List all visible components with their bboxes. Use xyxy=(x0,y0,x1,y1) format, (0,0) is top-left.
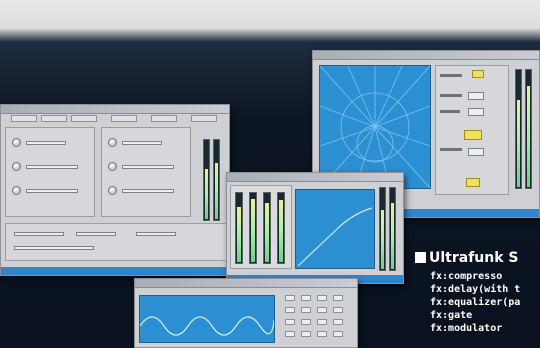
gate-hold-slider[interactable] xyxy=(76,232,116,236)
feature-item: fx:modulator xyxy=(430,323,503,334)
eq-band-field[interactable] xyxy=(333,307,343,313)
eq-band-field[interactable] xyxy=(285,295,295,301)
feature-item: fx:equalizer(pa xyxy=(430,297,521,308)
attack-slider[interactable] xyxy=(122,165,174,169)
compressor-meter-4 xyxy=(277,192,285,264)
reverb-mode-button[interactable] xyxy=(464,130,482,140)
reverb-controls-panel xyxy=(435,65,509,195)
attack-knob[interactable] xyxy=(108,162,117,171)
compressor-transfer-curve xyxy=(297,207,373,267)
eq-band-field[interactable] xyxy=(301,295,311,301)
tab-preset-1[interactable] xyxy=(11,115,37,122)
feature-list: fx:compresso fx:delay(with t fx:equalize… xyxy=(430,270,540,335)
eq-band-field[interactable] xyxy=(285,307,295,313)
feature-item: fx:compresso xyxy=(430,271,503,282)
reverb-size-field[interactable] xyxy=(468,92,484,100)
compressor-output-meter-left xyxy=(379,187,386,271)
tab-preset-5[interactable] xyxy=(151,115,177,122)
compressor-curve-display[interactable] xyxy=(295,189,375,269)
control-label xyxy=(440,148,462,151)
compressor-meters-panel xyxy=(230,185,292,269)
eq-band-field[interactable] xyxy=(317,295,327,301)
gate-meter-right xyxy=(213,139,220,221)
gate-output-slider[interactable] xyxy=(14,246,94,250)
eq-band-field[interactable] xyxy=(301,319,311,325)
compressor-meter-1 xyxy=(235,192,243,264)
gate-channel-a-panel xyxy=(5,127,95,217)
heading-square-bullet-icon xyxy=(415,252,426,263)
eq-band-field[interactable] xyxy=(285,331,295,337)
threshold-knob[interactable] xyxy=(108,138,117,147)
reverb-window-titlebar[interactable] xyxy=(313,51,539,60)
eq-band-field[interactable] xyxy=(301,307,311,313)
attack-knob[interactable] xyxy=(12,162,21,171)
tab-preset-3[interactable] xyxy=(71,115,97,122)
reverb-predelay-field[interactable] xyxy=(468,148,484,156)
release-slider[interactable] xyxy=(122,189,174,193)
gate-channel-b-panel xyxy=(101,127,191,217)
release-slider[interactable] xyxy=(26,189,78,193)
feature-item: fx:delay(with t xyxy=(430,284,521,295)
gate-plugin-window[interactable] xyxy=(0,104,230,276)
gate-meter-left xyxy=(203,139,210,221)
eq-band-field[interactable] xyxy=(285,319,295,325)
gate-status-bar xyxy=(1,267,229,275)
surround-field-graphic xyxy=(320,66,430,188)
control-label xyxy=(440,110,460,113)
equalizer-curve-display[interactable] xyxy=(139,295,275,343)
eq-band-field[interactable] xyxy=(333,295,343,301)
reverb-damp-field[interactable] xyxy=(468,108,484,116)
equalizer-response-curve xyxy=(140,316,274,336)
feature-item: fx:gate xyxy=(430,310,473,321)
equalizer-window-titlebar[interactable] xyxy=(135,279,357,288)
eq-band-field[interactable] xyxy=(317,319,327,325)
gate-hysteresis-slider[interactable] xyxy=(136,232,176,236)
eq-band-field[interactable] xyxy=(317,307,327,313)
tab-preset-4[interactable] xyxy=(111,115,137,122)
attack-slider[interactable] xyxy=(26,165,78,169)
threshold-slider[interactable] xyxy=(26,141,66,145)
product-heading: Ultrafunk S xyxy=(415,250,540,268)
tab-preset-6[interactable] xyxy=(191,115,217,122)
compressor-window-titlebar[interactable] xyxy=(227,173,403,182)
product-heading-text: Ultrafunk S xyxy=(429,250,519,266)
threshold-knob[interactable] xyxy=(12,138,21,147)
eq-band-field[interactable] xyxy=(317,331,327,337)
gate-window-titlebar[interactable] xyxy=(1,105,229,114)
compressor-meter-3 xyxy=(263,192,271,264)
gate-bottom-controls xyxy=(5,223,227,261)
threshold-slider[interactable] xyxy=(122,141,162,145)
compressor-plugin-window[interactable] xyxy=(226,172,404,284)
release-knob[interactable] xyxy=(12,186,21,195)
reverb-time-knob[interactable] xyxy=(472,70,484,78)
control-label xyxy=(440,94,462,97)
release-knob[interactable] xyxy=(108,186,117,195)
control-label xyxy=(440,74,462,77)
surround-field-display[interactable] xyxy=(319,65,431,189)
gate-range-slider[interactable] xyxy=(14,232,64,236)
eq-band-field[interactable] xyxy=(333,331,343,337)
compressor-meter-2 xyxy=(249,192,257,264)
reverb-mix-knob[interactable] xyxy=(466,178,480,187)
reverb-level-meter-right xyxy=(525,69,532,189)
tab-preset-2[interactable] xyxy=(41,115,67,122)
reverb-level-meter-left xyxy=(515,69,522,189)
compressor-output-meter-right xyxy=(389,187,396,271)
equalizer-plugin-window[interactable] xyxy=(134,278,358,348)
eq-band-field[interactable] xyxy=(333,319,343,325)
eq-band-field[interactable] xyxy=(301,331,311,337)
